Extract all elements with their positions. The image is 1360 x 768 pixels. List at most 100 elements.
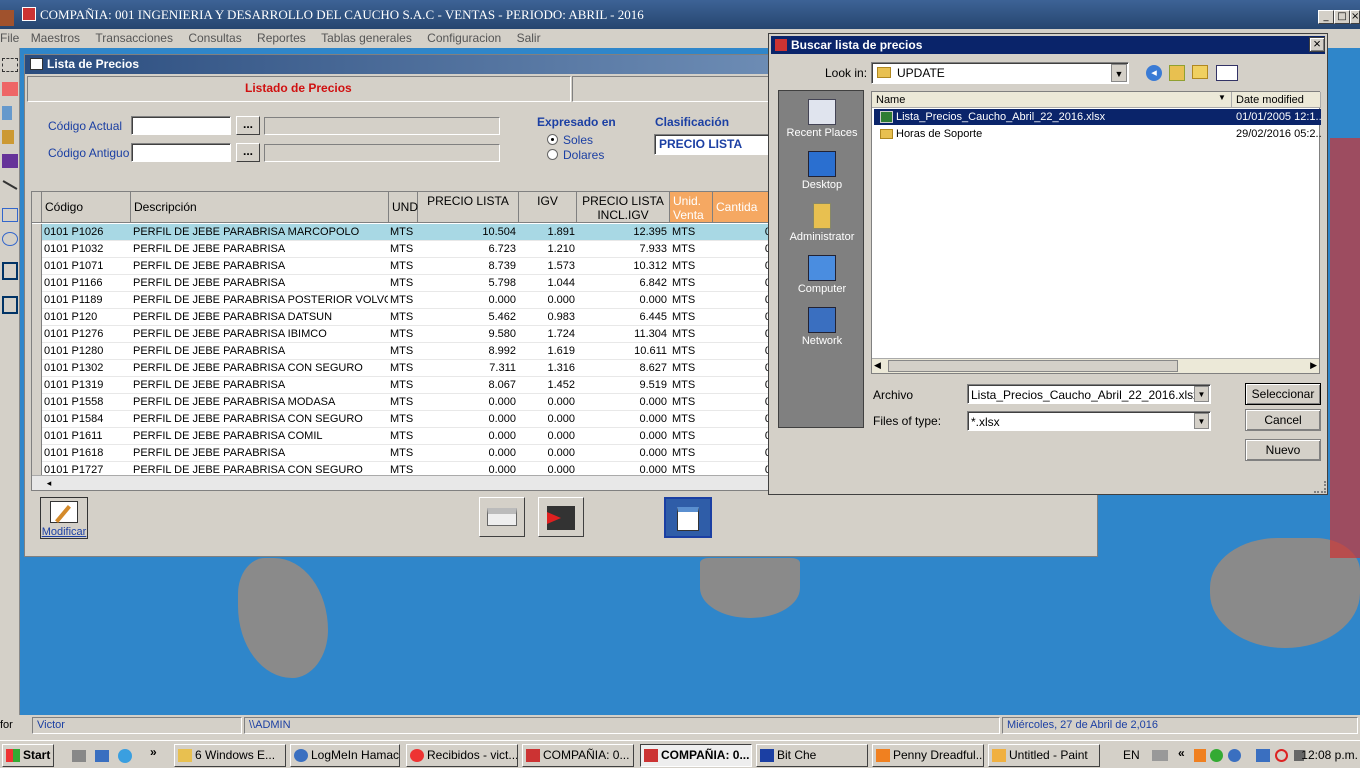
window-tool-icon-2[interactable]: [2, 296, 18, 314]
row-indicator[interactable]: [32, 377, 42, 394]
codigo-antiguo-lookup-button[interactable]: ...: [236, 143, 260, 162]
select-tool-icon[interactable]: [2, 58, 18, 72]
place-network[interactable]: Network: [779, 307, 865, 347]
quicklaunch-ie-icon[interactable]: [118, 749, 132, 763]
look-in-dropdown-arrow[interactable]: ▼: [1111, 64, 1127, 82]
task-vlc[interactable]: Penny Dreadful...: [872, 744, 984, 767]
menu-configuracion[interactable]: Configuracion: [427, 29, 501, 48]
maximize-button[interactable]: □: [1334, 10, 1350, 24]
grid-hscrollbar[interactable]: [32, 475, 771, 490]
table-row[interactable]: 0101 P1302 PERFIL DE JEBE PARABRISA CON S…: [32, 360, 771, 377]
quicklaunch-more-icon[interactable]: »: [150, 745, 157, 759]
filetype-select[interactable]: *.xlsx ▼: [967, 411, 1211, 431]
filetype-dropdown-arrow[interactable]: ▼: [1194, 413, 1209, 429]
new-folder-icon[interactable]: [1192, 65, 1208, 79]
tray-utorrent-icon[interactable]: [1210, 749, 1223, 762]
task-chrome-inbox[interactable]: Recibidos - vict...: [406, 744, 518, 767]
codigo-antiguo-input[interactable]: [131, 143, 231, 162]
scroll-right-arrow[interactable]: ▶: [1310, 360, 1317, 371]
row-indicator[interactable]: [32, 241, 42, 258]
place-recent[interactable]: Recent Places: [779, 99, 865, 139]
export-button[interactable]: [664, 497, 712, 538]
col-unid-venta[interactable]: Unid. Venta: [670, 192, 713, 223]
pencil-tool-icon[interactable]: [2, 130, 14, 144]
menu-consultas[interactable]: Consultas: [188, 29, 241, 48]
place-desktop[interactable]: Desktop: [779, 151, 865, 191]
task-paint[interactable]: Untitled - Paint: [988, 744, 1100, 767]
minimize-button[interactable]: _: [1318, 10, 1334, 24]
table-row[interactable]: 0101 P1032 PERFIL DE JEBE PARABRISA MTS 6.7…: [32, 241, 771, 258]
eraser-tool-icon[interactable]: [2, 82, 18, 96]
language-indicator[interactable]: EN: [1123, 748, 1140, 762]
file-list[interactable]: Name ▼ Date modified Lista_Precios_Cauch…: [871, 91, 1321, 374]
quicklaunch-computer-icon[interactable]: [95, 750, 109, 762]
task-compania-1[interactable]: COMPAÑIA: 0...: [522, 744, 634, 767]
row-indicator[interactable]: [32, 360, 42, 377]
back-icon[interactable]: ◂: [1146, 65, 1162, 81]
table-row[interactable]: 0101 P1071 PERFIL DE JEBE PARABRISA MTS 8.7…: [32, 258, 771, 275]
file-row[interactable]: Horas de Soporte 29/02/2016 05:2...: [874, 126, 1321, 142]
nuevo-button[interactable]: Nuevo: [1245, 439, 1321, 461]
menu-maestros[interactable]: Maestros: [31, 29, 80, 48]
col-descripcion[interactable]: Descripción: [131, 192, 389, 223]
row-indicator[interactable]: [32, 275, 42, 292]
print-button[interactable]: [479, 497, 525, 537]
col-igv[interactable]: IGV: [519, 192, 577, 223]
price-grid[interactable]: Código Descripción UND PRECIO LISTA IGV …: [31, 191, 772, 491]
row-indicator[interactable]: [32, 343, 42, 360]
clasificacion-select[interactable]: PRECIO LISTA: [654, 134, 774, 155]
col-name-sort-arrow[interactable]: ▼: [1218, 93, 1226, 102]
start-button[interactable]: Start: [2, 744, 54, 767]
brush-tool-icon[interactable]: [2, 154, 18, 168]
row-indicator[interactable]: [32, 224, 42, 241]
window-tool-icon[interactable]: [2, 262, 18, 280]
row-indicator[interactable]: [32, 428, 42, 445]
col-codigo[interactable]: Código: [42, 192, 131, 223]
task-windows-explorer[interactable]: 6 Windows E...: [174, 744, 286, 767]
keyboard-icon[interactable]: [1152, 750, 1168, 761]
up-folder-icon[interactable]: [1169, 65, 1185, 81]
col-cantidad[interactable]: Cantida: [713, 192, 771, 223]
tray-expand-icon[interactable]: «: [1178, 746, 1185, 760]
grid-scroll-left-arrow[interactable]: ◂: [42, 476, 56, 490]
menu-transacciones[interactable]: Transacciones: [95, 29, 173, 48]
tray-vlc-icon[interactable]: [1194, 749, 1206, 762]
tray-blocked-icon[interactable]: [1275, 749, 1288, 762]
clock[interactable]: 12:08 p.m.: [1296, 748, 1358, 762]
soles-radio[interactable]: [547, 134, 558, 145]
cancel-button[interactable]: Cancel: [1245, 409, 1321, 431]
place-administrator[interactable]: Administrator: [779, 203, 865, 243]
menu-tablas-generales[interactable]: Tablas generales: [321, 29, 412, 48]
look-in-select[interactable]: UPDATE ▼: [871, 62, 1129, 84]
row-indicator[interactable]: [32, 326, 42, 343]
file-row-selected[interactable]: Lista_Precios_Caucho_Abril_22_2016.xlsx …: [874, 109, 1321, 125]
dialog-close-button[interactable]: ×: [1309, 37, 1325, 52]
seleccionar-button[interactable]: Seleccionar: [1245, 383, 1321, 405]
close-button[interactable]: ×: [1350, 10, 1360, 24]
table-row[interactable]: 0101 P1558 PERFIL DE JEBE PARABRISA MODAS…: [32, 394, 771, 411]
modificar-button[interactable]: Modificar: [40, 497, 88, 539]
scroll-thumb[interactable]: [888, 360, 1178, 372]
row-indicator[interactable]: [32, 292, 42, 309]
task-compania-active[interactable]: COMPAÑIA: 0...: [640, 744, 752, 767]
table-row[interactable]: 0101 P120 PERFIL DE JEBE PARABRISA DATSUN…: [32, 309, 771, 326]
tray-hamachi-icon[interactable]: [1228, 749, 1241, 762]
codigo-actual-input[interactable]: [131, 116, 231, 135]
menu-salir[interactable]: Salir: [517, 29, 541, 48]
ellipse-tool-icon[interactable]: [2, 232, 18, 246]
archivo-input[interactable]: Lista_Precios_Caucho_Abril_22_2016.xlsx …: [967, 384, 1211, 404]
table-row-selected[interactable]: 0101 P1026 PERFIL DE JEBE PARABRISA MARCO…: [32, 224, 771, 241]
row-indicator[interactable]: [32, 309, 42, 326]
table-row[interactable]: 0101 P1166 PERFIL DE JEBE PARABRISA MTS 5.7…: [32, 275, 771, 292]
table-row[interactable]: 0101 P1611 PERFIL DE JEBE PARABRISA COMIL…: [32, 428, 771, 445]
rectangle-tool-icon[interactable]: [2, 208, 18, 222]
exit-button[interactable]: [538, 497, 584, 537]
col-precio-incl-igv[interactable]: PRECIO LISTA INCL.IGV: [577, 192, 670, 223]
file-list-hscrollbar[interactable]: ◀ ▶: [872, 358, 1319, 373]
place-computer[interactable]: Computer: [779, 255, 865, 295]
col-precio-lista[interactable]: PRECIO LISTA: [418, 192, 519, 223]
row-indicator[interactable]: [32, 411, 42, 428]
line-tool-icon[interactable]: [2, 180, 18, 190]
codigo-actual-lookup-button[interactable]: ...: [236, 116, 260, 135]
task-bitche[interactable]: Bit Che: [756, 744, 868, 767]
